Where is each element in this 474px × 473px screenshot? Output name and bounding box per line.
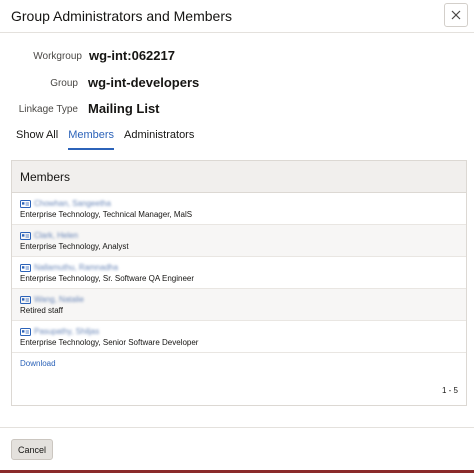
contact-card-icon: [20, 263, 31, 272]
group-members-dialog: Group Administrators and Members Workgro…: [0, 0, 474, 473]
member-title: Enterprise Technology, Senior Software D…: [20, 338, 199, 347]
download-link[interactable]: Download: [20, 359, 56, 368]
member-name-link[interactable]: Chowhan, Sangeetha: [34, 199, 111, 208]
member-name-link[interactable]: Wang, Natalie: [34, 295, 84, 304]
member-name-link[interactable]: Pasupathy, Shiljas: [34, 327, 99, 336]
members-panel-heading: Members: [12, 161, 466, 193]
contact-card-icon: [20, 295, 31, 304]
contact-card-icon: [20, 199, 31, 208]
dialog-title: Group Administrators and Members: [11, 8, 232, 24]
members-panel: Members Chowhan, Sangeetha Enterprise Te…: [11, 160, 467, 406]
list-item: Pasupathy, Shiljas Enterprise Technology…: [12, 321, 466, 353]
member-title: Enterprise Technology, Technical Manager…: [20, 210, 193, 219]
contact-card-icon: [20, 231, 31, 240]
workgroup-label: Workgroup: [33, 51, 82, 62]
tab-administrators[interactable]: Administrators: [124, 128, 194, 150]
dialog-header: Group Administrators and Members: [0, 0, 474, 33]
list-item: Chowhan, Sangeetha Enterprise Technology…: [12, 193, 466, 225]
member-title: Retired staff: [20, 306, 63, 315]
close-button[interactable]: [444, 3, 468, 27]
member-name-link[interactable]: Clark, Helen: [34, 231, 78, 240]
group-value: wg-int-developers: [88, 75, 200, 90]
close-icon: [451, 10, 461, 20]
cancel-button[interactable]: Cancel: [11, 439, 53, 460]
linkage-type-value: Mailing List: [88, 101, 160, 116]
list-item: Clark, Helen Enterprise Technology, Anal…: [12, 225, 466, 257]
list-item: Nallamuthu, Ramnadha Enterprise Technolo…: [12, 257, 466, 289]
pagination-range: 1 - 5: [441, 386, 458, 395]
member-title: Enterprise Technology, Sr. Software QA E…: [20, 274, 195, 283]
linkage-type-label: Linkage Type: [18, 104, 78, 115]
list-item: Wang, Natalie Retired staff: [12, 289, 466, 321]
group-label: Group: [50, 78, 78, 89]
footer-divider: [0, 427, 474, 428]
download-row: Download: [12, 353, 466, 375]
member-name-link[interactable]: Nallamuthu, Ramnadha: [34, 263, 118, 272]
member-title: Enterprise Technology, Analyst: [20, 242, 129, 251]
workgroup-value: wg-int:062217: [89, 48, 175, 63]
view-tabs: Show All Members Administrators: [16, 128, 194, 150]
tab-members[interactable]: Members: [68, 128, 114, 150]
tab-show-all[interactable]: Show All: [16, 128, 58, 150]
contact-card-icon: [20, 327, 31, 336]
